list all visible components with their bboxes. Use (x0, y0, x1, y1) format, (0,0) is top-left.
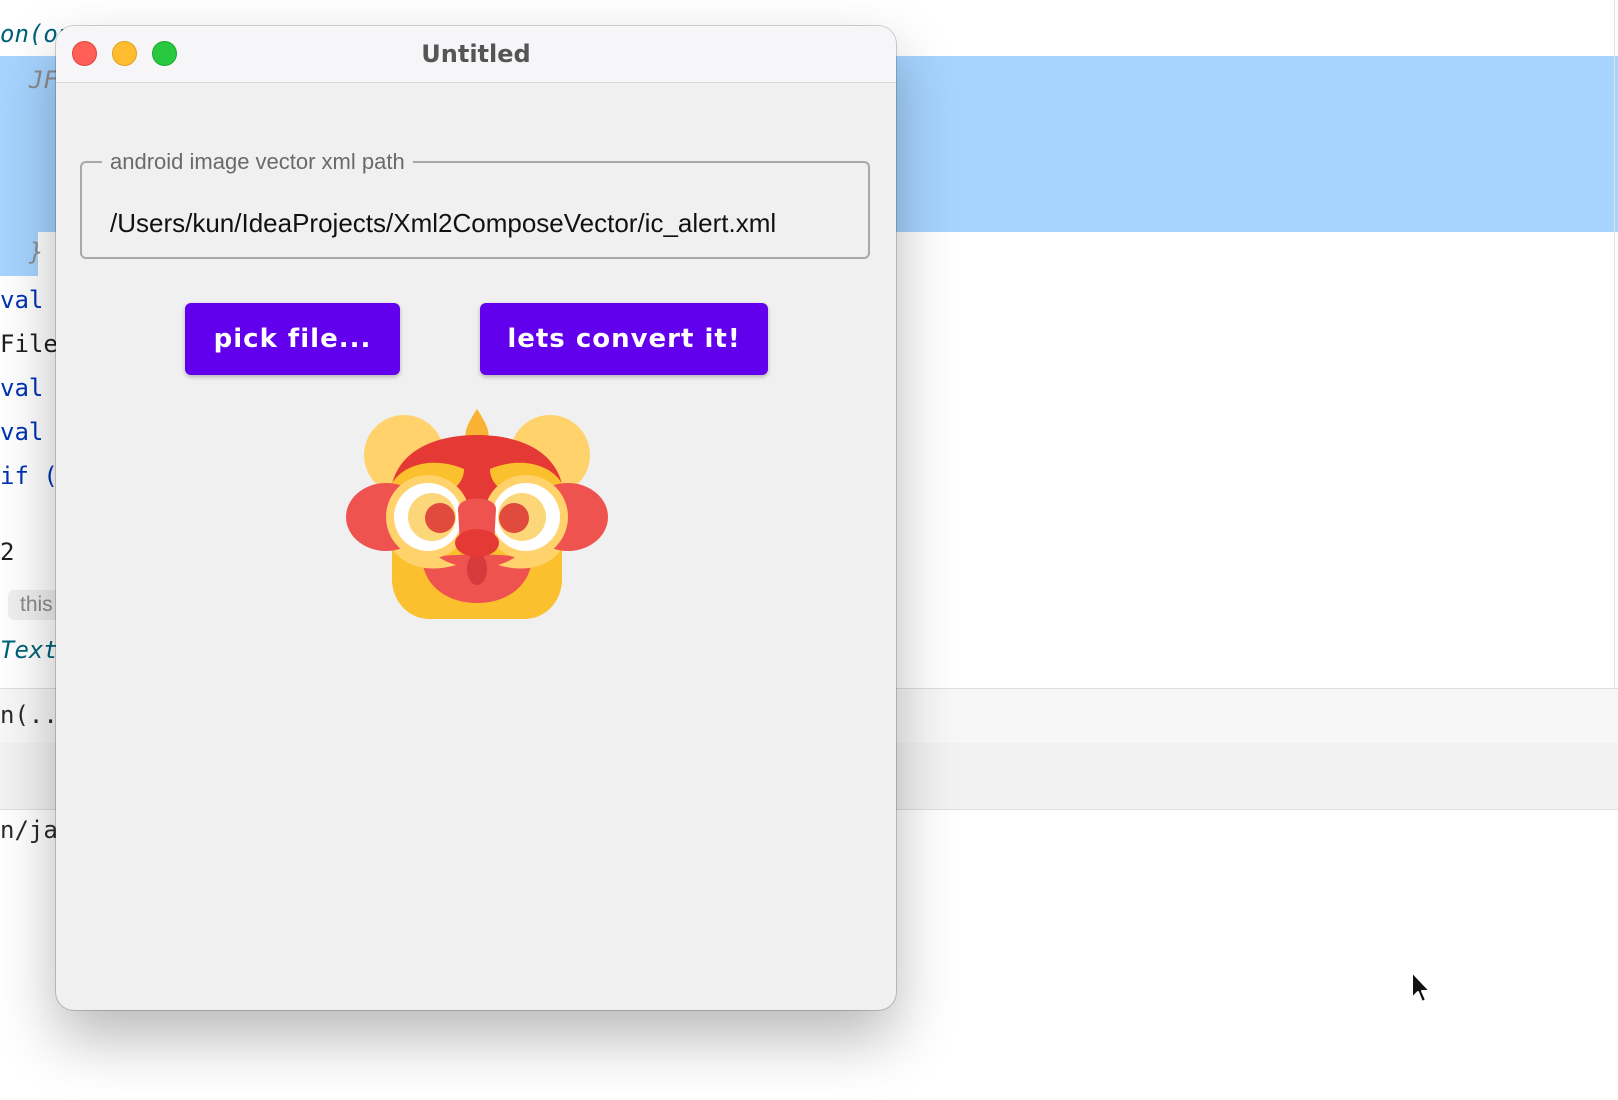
window-title: Untitled (421, 40, 531, 68)
convert-button[interactable]: lets convert it! (480, 303, 768, 375)
app-window: Untitled android image vector xml path p… (56, 26, 896, 1010)
editor-right-margin (1614, 0, 1615, 688)
lion-dance-icon (346, 409, 608, 619)
xml-path-input[interactable] (110, 205, 850, 241)
run-output-path-label: n/ja (0, 816, 58, 844)
code-line: val (0, 418, 58, 446)
window-content: android image vector xml path pick file.… (56, 83, 896, 1010)
code-line: if ( (0, 462, 58, 490)
pick-file-button[interactable]: pick file... (185, 303, 400, 375)
xml-path-field[interactable]: android image vector xml path (80, 149, 870, 259)
code-line: val (0, 374, 58, 402)
mouse-pointer-icon (1411, 971, 1431, 1003)
window-titlebar[interactable]: Untitled (56, 26, 896, 83)
code-line: JF (0, 66, 58, 94)
code-line: val (0, 286, 58, 314)
code-line: 2 (0, 538, 15, 566)
code-line: File (0, 330, 58, 358)
code-line: Text (0, 636, 58, 664)
xml-path-field-label: android image vector xml path (110, 149, 405, 174)
code-line: } (0, 238, 44, 266)
